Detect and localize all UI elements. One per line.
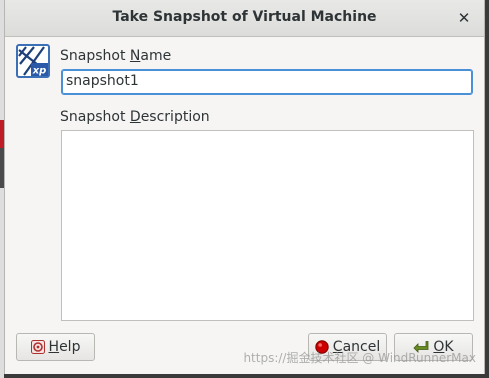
help-button[interactable]: Help xyxy=(16,333,95,361)
window-frame: Take Snapshot of Virtual Machine ✕ xp Sn… xyxy=(0,0,489,378)
snapshot-name-value: snapshot1 xyxy=(66,73,139,89)
snapshot-name-label-pre: Snapshot xyxy=(60,48,130,64)
help-icon xyxy=(30,340,45,354)
snapshot-description-textarea[interactable] xyxy=(61,130,474,321)
snapshot-description-label-post: escription xyxy=(140,109,210,125)
watermark-text: https://掘金技术社区 @ WindRunnerMax xyxy=(243,351,476,365)
windows-xp-icon: xp xyxy=(16,44,50,78)
dialog-titlebar: Take Snapshot of Virtual Machine ✕ xyxy=(5,0,484,37)
help-button-mnemonic: H xyxy=(48,339,60,355)
snapshot-name-label-post: ame xyxy=(140,48,172,64)
help-button-rest: elp xyxy=(59,339,81,355)
snapshot-description-label: Snapshot Description xyxy=(60,109,210,125)
snapshot-dialog: Take Snapshot of Virtual Machine ✕ xp Sn… xyxy=(4,0,485,374)
snapshot-name-input[interactable]: snapshot1 xyxy=(61,69,473,95)
snapshot-description-label-pre: Snapshot xyxy=(60,109,130,125)
close-button[interactable]: ✕ xyxy=(454,8,474,28)
snapshot-name-label: Snapshot Name xyxy=(60,48,171,64)
snapshot-description-label-mnemonic: D xyxy=(129,109,141,125)
help-button-label: Help xyxy=(49,339,81,355)
close-icon: ✕ xyxy=(457,9,471,27)
dialog-title: Take Snapshot of Virtual Machine xyxy=(112,9,377,25)
snapshot-name-label-mnemonic: N xyxy=(129,48,141,64)
xp-badge-text: xp xyxy=(32,66,47,77)
